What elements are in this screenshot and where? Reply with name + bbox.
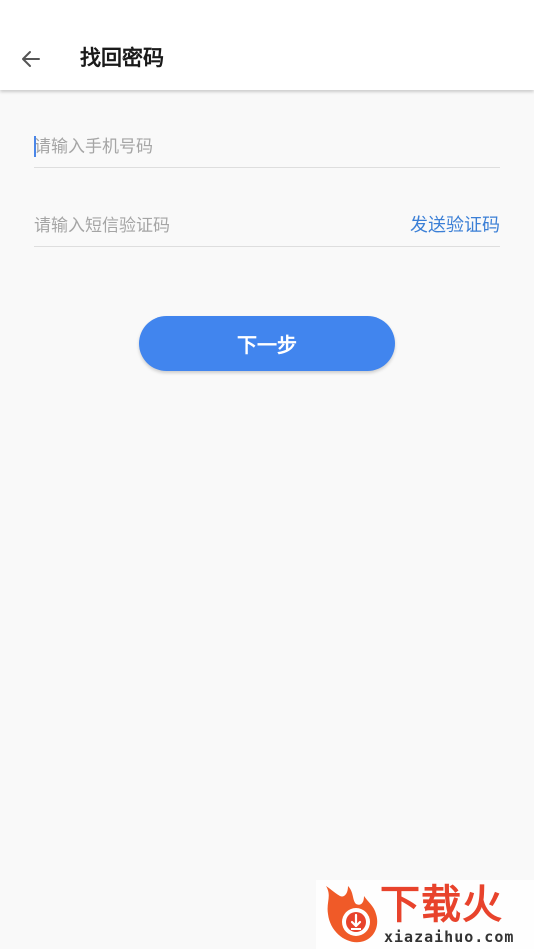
flame-download-icon xyxy=(326,886,378,943)
phone-field xyxy=(34,128,500,168)
watermark: 下载火 xiazaihuo.com xyxy=(316,880,534,949)
sms-code-input[interactable] xyxy=(34,207,394,245)
page-title: 找回密码 xyxy=(80,46,164,70)
send-code-button[interactable]: 发送验证码 xyxy=(410,214,500,238)
app-header: 找回密码 xyxy=(0,0,534,90)
phone-input[interactable] xyxy=(34,128,500,166)
sms-code-field: 发送验证码 xyxy=(34,207,500,247)
arrow-left-icon xyxy=(22,51,40,67)
back-button[interactable] xyxy=(14,42,48,76)
watermark-url: xiazaihuo.com xyxy=(384,928,515,946)
next-step-button[interactable]: 下一步 xyxy=(139,316,395,371)
watermark-brand: 下载火 xyxy=(380,882,503,928)
text-caret xyxy=(34,136,36,157)
app-root: 找回密码 发送验证码 下一步 下载火 xiazaihuo.com xyxy=(0,0,534,949)
